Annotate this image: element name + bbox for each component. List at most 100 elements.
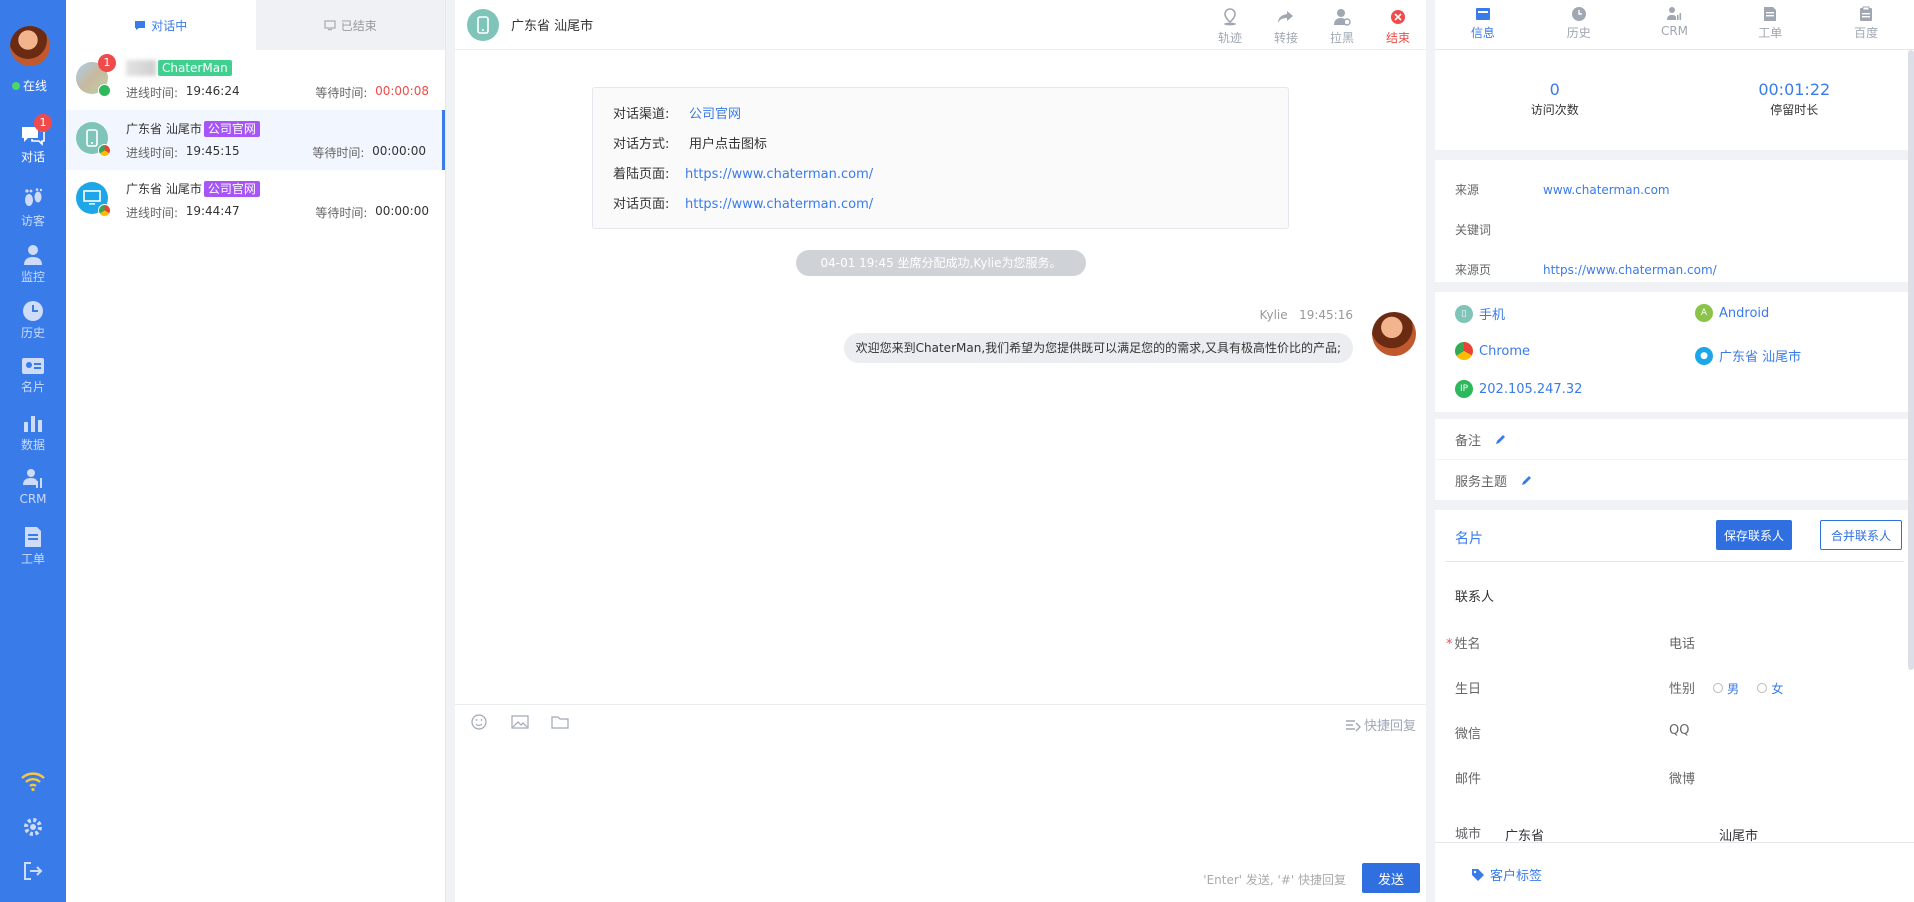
tab-label: 信息: [1470, 26, 1495, 40]
source-page-link[interactable]: https://www.chaterman.com/: [1543, 250, 1717, 290]
conversation-location: 广东省 汕尾市: [126, 122, 202, 136]
image-button[interactable]: [511, 714, 533, 730]
logout-button[interactable]: [0, 860, 66, 886]
source-page-row: 来源页 https://www.chaterman.com/: [1455, 250, 1914, 290]
wait-time-label: 等待时间:: [315, 206, 368, 220]
transfer-button[interactable]: 转接: [1258, 6, 1314, 46]
weibo-input[interactable]: [1735, 761, 1885, 789]
gender-female-radio[interactable]: 女: [1757, 680, 1783, 697]
chat-header: 广东省 汕尾市 轨迹 转接 拉黑 结束: [455, 0, 1426, 50]
message-input[interactable]: [455, 738, 1426, 858]
settings-button[interactable]: [0, 816, 66, 842]
tab-history[interactable]: 历史: [1531, 0, 1627, 49]
gender-male-radio[interactable]: 男: [1713, 680, 1739, 697]
nav-item-chat[interactable]: 1 对话: [0, 114, 66, 178]
enter-time: 19:45:15: [185, 144, 240, 158]
action-label: 转接: [1273, 31, 1298, 45]
nav-item-ticket[interactable]: 工单: [0, 520, 66, 580]
source-row: 来源 www.chaterman.com: [1455, 170, 1914, 210]
nav-item-label: 工单: [20, 552, 45, 566]
block-button[interactable]: 拉黑: [1314, 6, 1370, 46]
quick-reply-icon: [1345, 719, 1361, 731]
track-button[interactable]: 轨迹: [1202, 6, 1258, 46]
merge-contact-button[interactable]: 合并联系人: [1820, 520, 1902, 550]
crm-icon: [1667, 7, 1682, 20]
visitor-info-panel: 信息 历史 CRM 工单 百度 0 访问次数 00:01:22 停留时长 来源 …: [1435, 0, 1914, 902]
landing-page-link[interactable]: https://www.chaterman.com/: [685, 160, 873, 190]
device-label: 手机: [1479, 308, 1506, 323]
nav-item-crm[interactable]: CRM: [0, 462, 66, 522]
share-arrow-icon: [1278, 11, 1293, 23]
wait-time-label: 等待时间:: [312, 146, 365, 160]
enter-time: 19:44:47: [185, 204, 240, 218]
nav-item-data[interactable]: 数据: [0, 406, 66, 466]
online-dot-icon: [12, 81, 20, 90]
source-key: 来源页: [1455, 263, 1492, 277]
panel-scrollbar[interactable]: [1908, 50, 1914, 670]
chat-page-link[interactable]: https://www.chaterman.com/: [685, 190, 873, 220]
emoji-button[interactable]: [471, 713, 493, 730]
edit-pencil-icon[interactable]: [1521, 474, 1533, 486]
tab-ticket[interactable]: 工单: [1722, 0, 1818, 49]
tab-info[interactable]: 信息: [1435, 0, 1531, 49]
nav-item-monitor[interactable]: 监控: [0, 238, 66, 298]
bar-chart-icon: [24, 416, 42, 432]
conversation-item[interactable]: 广东省 汕尾市 公司官网 进线时间: 19:45:15 等待时间: 00:00:…: [66, 110, 445, 170]
wechat-input[interactable]: [1515, 716, 1635, 744]
browser-label: Chrome: [1479, 343, 1530, 359]
agent-avatar[interactable]: [10, 26, 50, 66]
app-root: 在线 1 对话 访客 监控 历史 名片 数据 CRM 工单 对话中 已结束 1 …: [0, 0, 1914, 902]
conversation-item[interactable]: 1 ChaterMan 进线时间: 19:46:24 等待时间: 00:00:0…: [66, 50, 445, 110]
file-button[interactable]: [551, 714, 573, 730]
nav-item-card[interactable]: 名片: [0, 350, 66, 410]
action-label: 轨迹: [1217, 31, 1242, 45]
logout-icon: [24, 862, 43, 880]
nav-item-visitor[interactable]: 访客: [0, 182, 66, 242]
quick-reply-button[interactable]: 快捷回复: [1345, 715, 1416, 734]
tab-label: CRM: [1660, 24, 1689, 38]
info-key: 对话渠道:: [613, 107, 670, 122]
wifi-button[interactable]: [0, 770, 66, 796]
name-field-label: * 姓名: [1446, 637, 1481, 652]
visitor-avatar: 1: [76, 54, 116, 97]
edit-pencil-icon[interactable]: [1495, 433, 1507, 445]
device-info: ▯ 手机: [1455, 304, 1505, 323]
send-button[interactable]: 发送: [1362, 863, 1420, 893]
email-input[interactable]: [1515, 761, 1635, 789]
wechat-field-label: 微信: [1455, 727, 1482, 742]
location-label: 广东省 汕尾市: [1719, 350, 1802, 365]
name-input[interactable]: [1515, 626, 1635, 654]
info-card-icon: [1475, 8, 1490, 20]
visit-count: 0: [1549, 80, 1560, 99]
online-status-label: 在线: [23, 79, 48, 93]
conversation-item[interactable]: 广东省 汕尾市 公司官网 进线时间: 19:44:47 等待时间: 00:00:…: [66, 170, 445, 230]
stay-duration: 00:01:22: [1758, 80, 1831, 99]
wifi-icon: [21, 772, 45, 792]
channel-tag: 公司官网: [203, 180, 260, 197]
gear-icon: [24, 818, 42, 836]
gender-label: 性别: [1669, 682, 1696, 697]
phone-input[interactable]: [1735, 626, 1885, 654]
qq-input[interactable]: [1735, 716, 1885, 744]
tab-crm[interactable]: CRM: [1627, 0, 1723, 49]
nav-item-history[interactable]: 历史: [0, 294, 66, 354]
online-status[interactable]: 在线: [12, 77, 47, 94]
gender-field: 性别 男 女: [1669, 678, 1783, 698]
tab-label: 已结束: [340, 18, 377, 33]
monitor-user-icon: [24, 245, 42, 265]
quick-reply-label: 快捷回复: [1363, 719, 1416, 734]
conversation-meta: 进线时间: 19:46:24 等待时间: 00:00:08: [126, 84, 429, 101]
ip-label: 202.105.247.32: [1479, 381, 1583, 397]
customer-tags-button[interactable]: 客户标签: [1471, 865, 1542, 884]
tab-ended[interactable]: 已结束: [255, 0, 445, 50]
birthday-input[interactable]: [1515, 671, 1635, 699]
ticket-icon: [25, 527, 41, 547]
source-value[interactable]: www.chaterman.com: [1543, 170, 1670, 210]
tab-ongoing[interactable]: 对话中: [66, 0, 256, 50]
system-message: 04-01 19:45 坐席分配成功,Kylie为您服务。: [796, 250, 1086, 276]
tab-baidu[interactable]: 百度: [1818, 0, 1914, 49]
tab-label: 对话中: [151, 18, 188, 33]
conversation-title: ChaterMan: [126, 60, 232, 76]
end-chat-button[interactable]: 结束: [1370, 6, 1426, 46]
save-contact-button[interactable]: 保存联系人: [1716, 520, 1792, 550]
